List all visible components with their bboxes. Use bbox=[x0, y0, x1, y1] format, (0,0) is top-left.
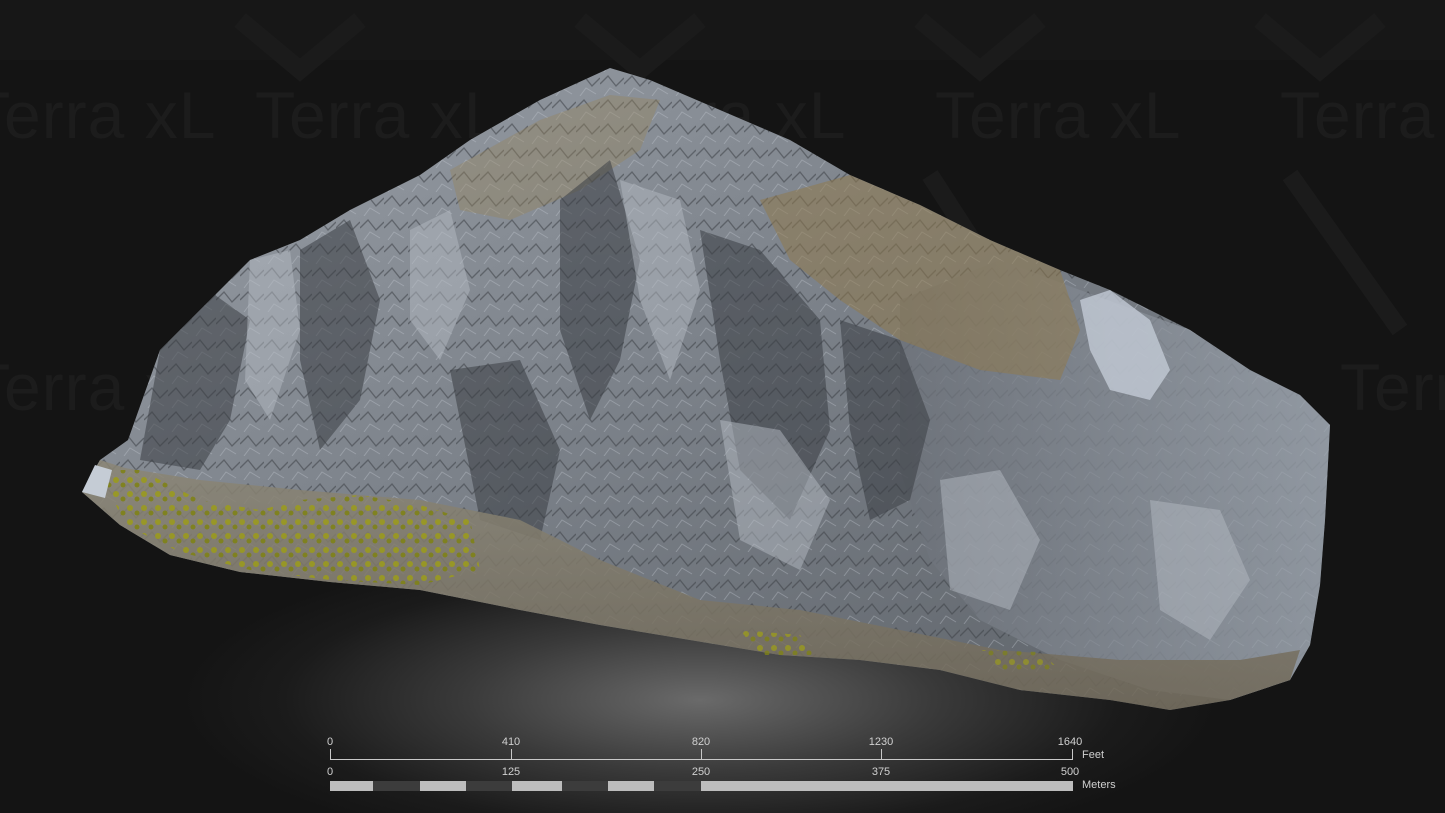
feet-unit-label: Feet bbox=[1082, 749, 1105, 761]
scale-segment bbox=[373, 781, 420, 791]
terrain-model[interactable] bbox=[0, 0, 1445, 813]
feet-tick-label: 820 bbox=[691, 736, 711, 748]
meters-unit-label: Meters bbox=[1082, 779, 1116, 791]
feet-tick-label: 0 bbox=[326, 736, 334, 748]
meters-scale-bar bbox=[330, 781, 1073, 791]
scale-bar: 0 410 820 1230 1640 Feet 0 125 250 375 5… bbox=[300, 730, 1160, 800]
feet-scale-line bbox=[330, 759, 1073, 760]
meters-tick-label: 125 bbox=[501, 766, 521, 778]
scale-segment bbox=[654, 781, 701, 791]
scale-segment bbox=[466, 781, 512, 791]
scale-segment bbox=[330, 781, 373, 791]
meters-tick-label: 500 bbox=[1060, 766, 1080, 778]
feet-tick-label: 1640 bbox=[1057, 736, 1083, 748]
meters-tick-label: 375 bbox=[871, 766, 891, 778]
scale-segment bbox=[420, 781, 466, 791]
meters-tick-label: 250 bbox=[691, 766, 711, 778]
scale-segment bbox=[701, 781, 1073, 791]
feet-tick-label: 410 bbox=[501, 736, 521, 748]
terrain-mesh bbox=[82, 68, 1330, 710]
scale-segment bbox=[562, 781, 608, 791]
scale-segment bbox=[512, 781, 562, 791]
feet-tick-label: 1230 bbox=[868, 736, 894, 748]
meters-tick-label: 0 bbox=[326, 766, 334, 778]
map-viewport[interactable]: Terra xL Terra xL Terra xL Terra xL Terr… bbox=[0, 0, 1445, 813]
scale-segment bbox=[608, 781, 654, 791]
